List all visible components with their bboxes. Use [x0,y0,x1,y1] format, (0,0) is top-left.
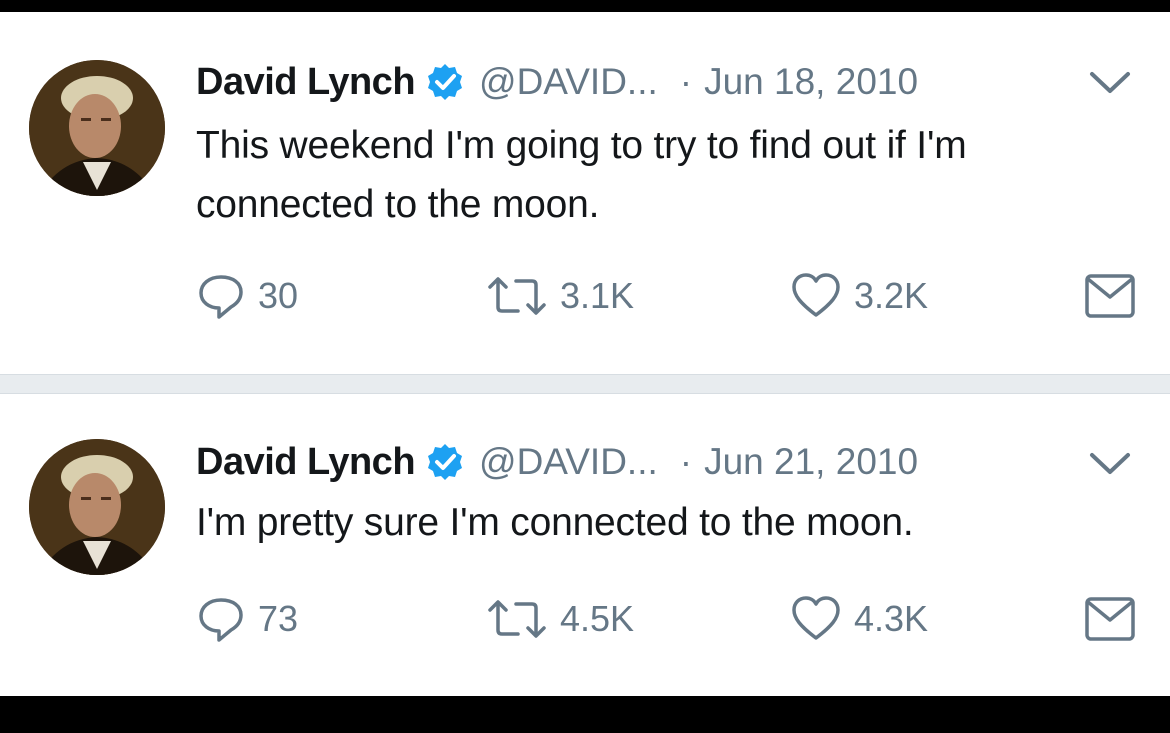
retweet-button[interactable]: 3.1K [486,266,634,326]
like-count: 4.3K [854,598,929,639]
verified-badge-icon [428,444,463,480]
heart-icon [792,273,840,317]
tweet-divider [0,374,1170,394]
reply-button[interactable]: 30 [196,266,298,326]
tweet-card[interactable]: David Lynch @DAVID... · Jun 21, 2010 I'm… [0,394,1170,696]
reply-count: 73 [258,598,299,639]
like-button[interactable]: 3.2K [790,266,928,326]
retweet-count: 4.5K [560,598,635,639]
tweet-date[interactable]: Jun 21, 2010 [704,441,918,483]
avatar-photo [29,439,165,575]
direct-message-button[interactable] [1084,589,1136,649]
avatar[interactable] [29,439,165,575]
retweet-count: 3.1K [560,275,635,316]
heart-icon [792,596,840,640]
retweet-icon [488,600,546,638]
timeline: David Lynch @DAVID... · Jun 18, 2010 Thi… [0,0,1170,733]
author-handle[interactable]: @DAVID... [479,441,658,483]
tweet-actions: 73 4.5K 4.3K [196,589,1146,649]
retweet-button[interactable]: 4.5K [486,589,634,649]
verified-badge-icon [428,64,463,100]
tweet-date[interactable]: Jun 18, 2010 [704,61,918,103]
tweet-header: David Lynch @DAVID... · Jun 21, 2010 [196,437,918,487]
like-count: 3.2K [854,275,929,316]
tweet-card[interactable]: David Lynch @DAVID... · Jun 18, 2010 Thi… [0,12,1170,374]
author-name[interactable]: David Lynch [196,441,416,484]
reply-button[interactable]: 73 [196,589,298,649]
reply-icon [199,598,243,642]
envelope-icon [1085,597,1135,641]
author-name[interactable]: David Lynch [196,61,416,104]
chevron-down-icon[interactable] [1088,69,1132,97]
reply-count: 30 [258,275,299,316]
tweet-actions: 30 3.1K 3.2K [196,266,1146,326]
direct-message-button[interactable] [1084,266,1136,326]
tweet-text: This weekend I'm going to try to find ou… [196,124,967,226]
avatar-photo [29,60,165,196]
meta-separator: · [679,61,693,102]
avatar[interactable] [29,60,165,196]
meta-separator: · [679,441,693,482]
author-handle[interactable]: @DAVID... [479,61,658,103]
reply-icon [199,275,243,319]
tweet-text: I'm pretty sure I'm connected to the moo… [196,501,914,544]
like-button[interactable]: 4.3K [790,589,928,649]
tweet-header: David Lynch @DAVID... · Jun 18, 2010 [196,57,918,107]
envelope-icon [1085,274,1135,318]
chevron-down-icon[interactable] [1088,450,1132,478]
retweet-icon [488,277,546,315]
